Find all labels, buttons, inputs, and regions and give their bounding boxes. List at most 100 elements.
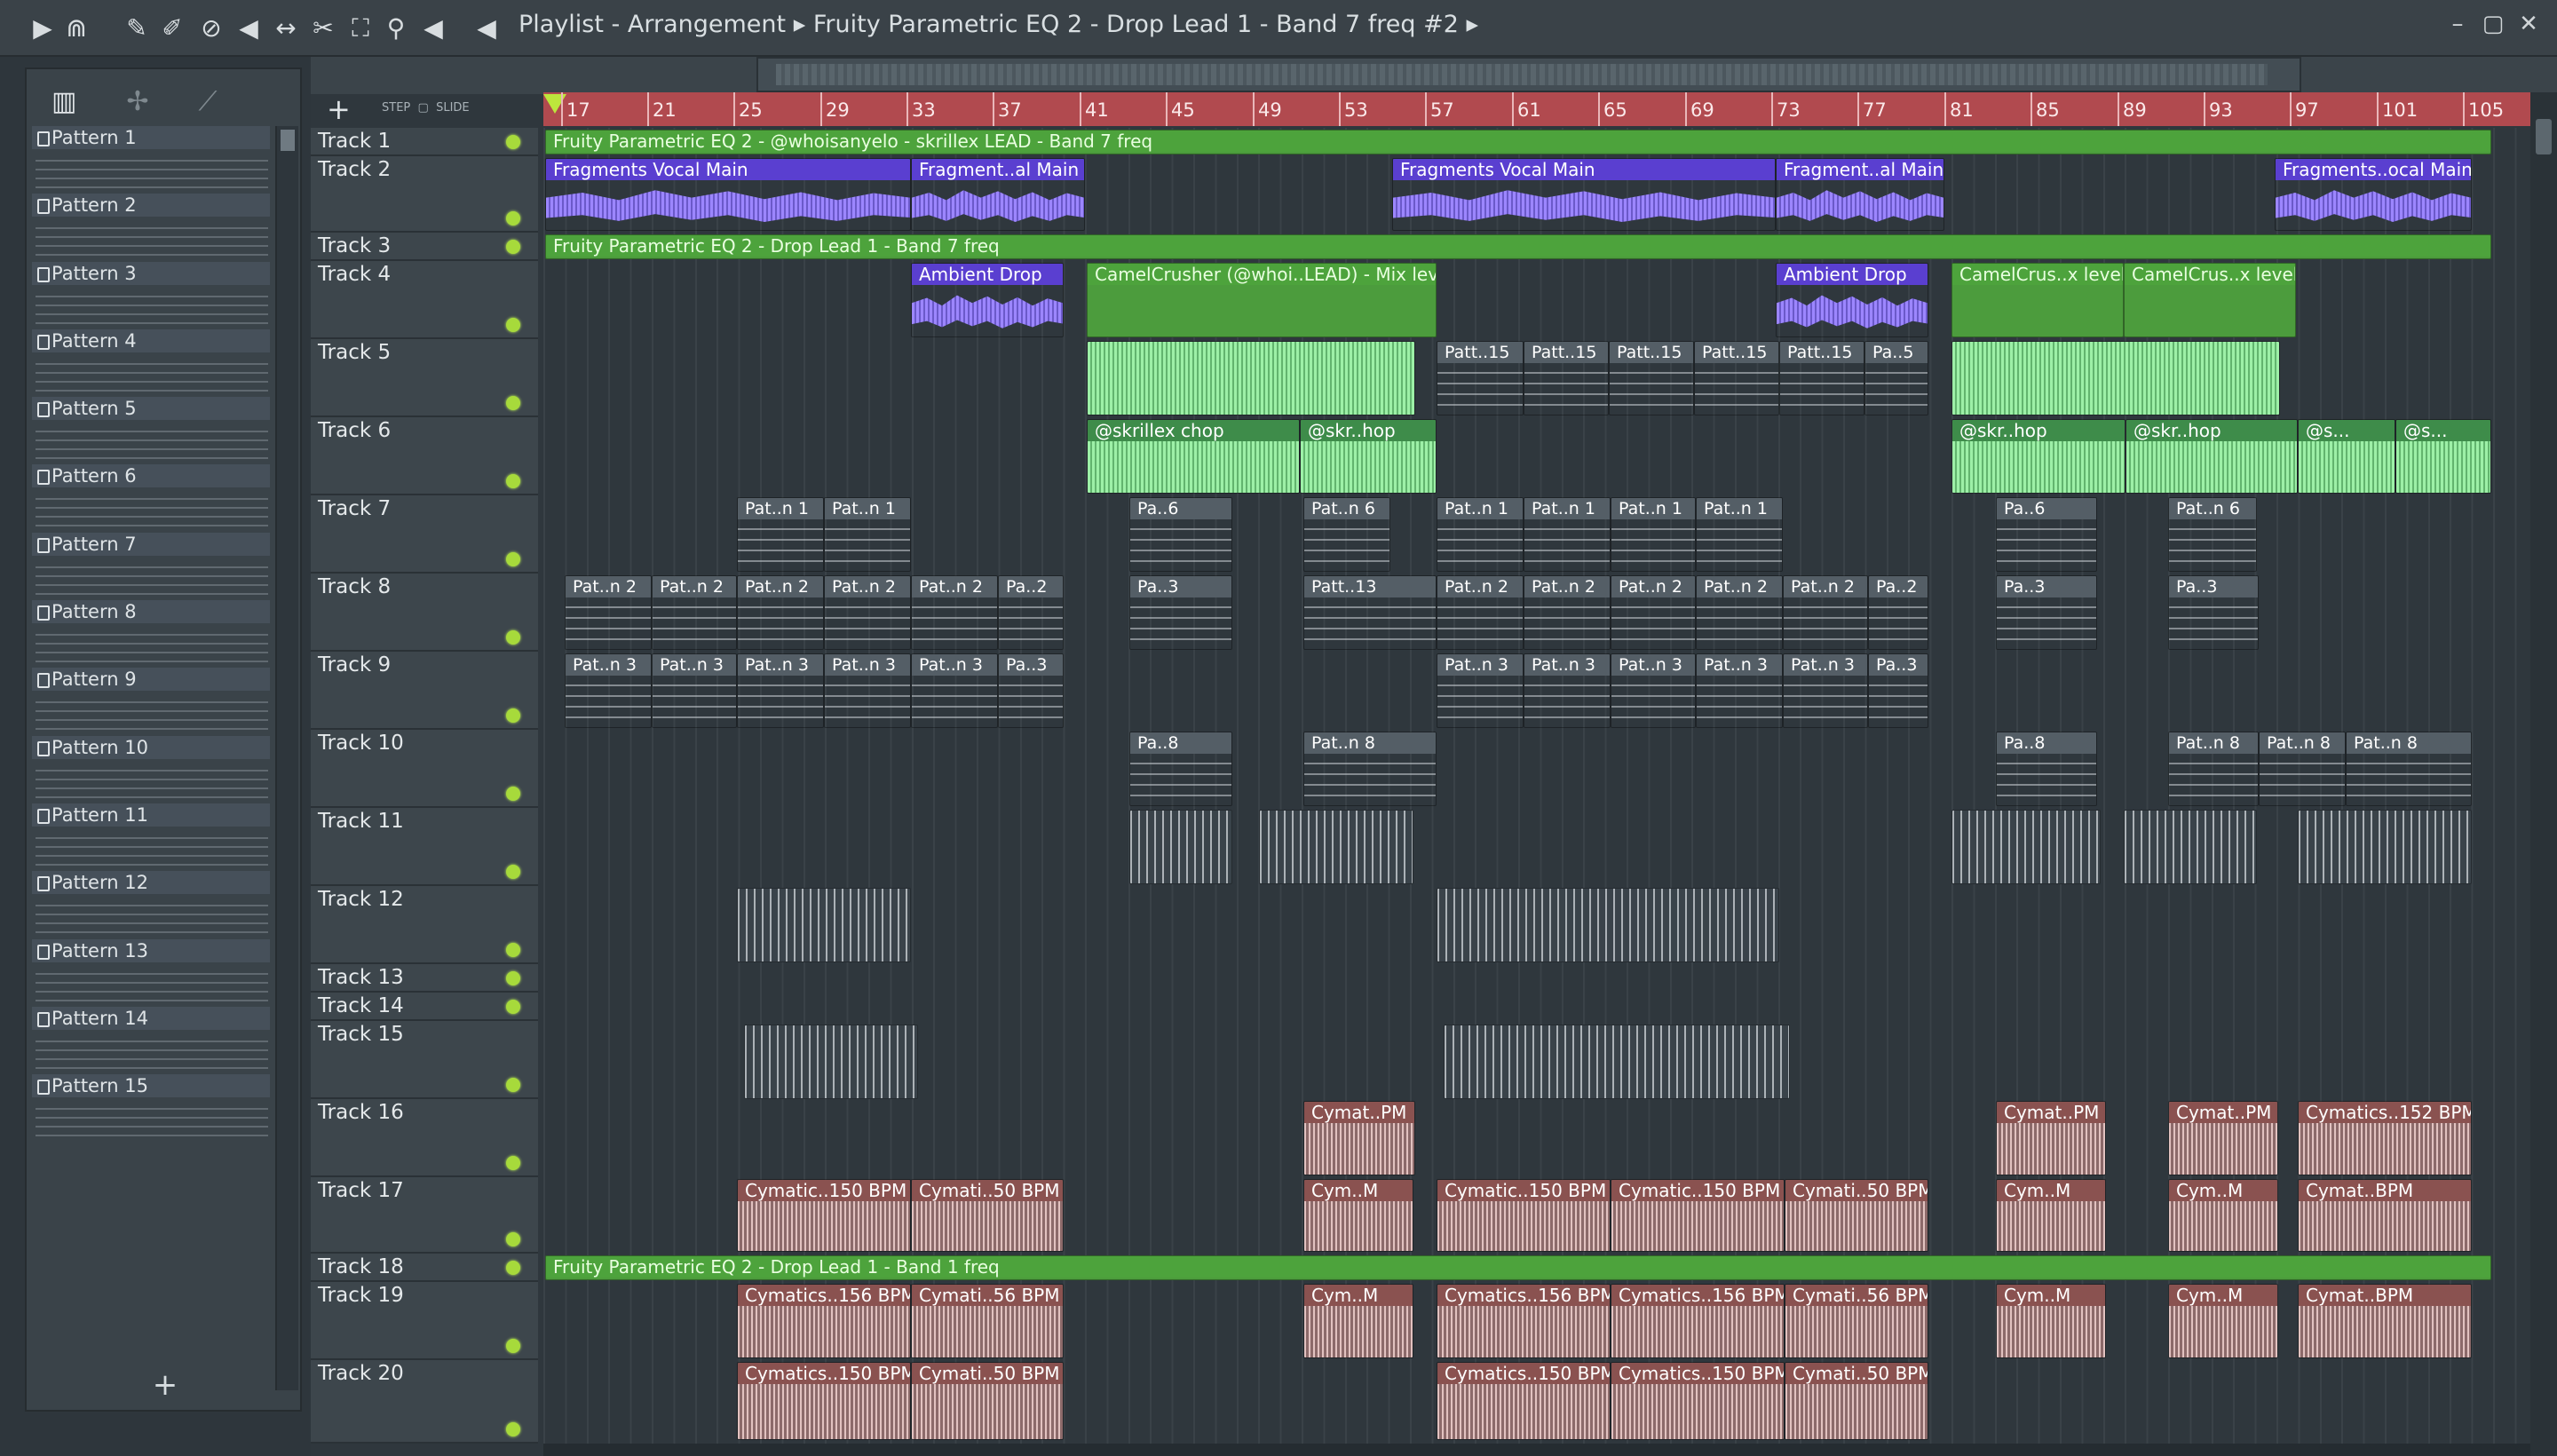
paint-icon[interactable]: ✐ [156, 12, 188, 44]
track-header[interactable]: Track 18 [311, 1254, 538, 1282]
automation-clip[interactable]: CamelCrusher (@whoi..LEAD) - Mix level [1087, 263, 1437, 337]
pattern-clip[interactable]: Pat..n 3 [1783, 653, 1868, 728]
audio-clip-icon[interactable]: ✢ [126, 86, 148, 117]
delete-icon[interactable]: ⊘ [195, 12, 227, 44]
pattern-item[interactable]: Pattern 4 [32, 328, 272, 397]
pattern-clip[interactable] [1444, 1025, 1790, 1099]
breadcrumb[interactable]: Fruity Parametric EQ 2 - Drop Lead 1 - B… [813, 11, 1459, 38]
pattern-clip[interactable]: Pat..n 2 [824, 575, 911, 650]
audio-clip[interactable]: Fragments..ocal Main [2275, 158, 2472, 231]
pattern-clip[interactable] [2124, 810, 2257, 884]
song-overview[interactable] [756, 57, 2301, 92]
pattern-item[interactable]: Pattern 15 [32, 1074, 272, 1142]
pattern-clip[interactable]: Pa..3 [2168, 575, 2259, 650]
audio-clip[interactable]: Cymat..BPM [2298, 1179, 2472, 1252]
track-header[interactable]: Track 10 [311, 730, 538, 808]
track-header[interactable]: Track 16 [311, 1099, 538, 1177]
pattern-clip[interactable]: Pat..n 1 [1696, 497, 1783, 572]
vertical-scroll-knob[interactable] [2536, 119, 2552, 154]
track-header[interactable]: Track 7 [311, 495, 538, 574]
pattern-item[interactable]: Pattern 10 [32, 735, 272, 803]
audio-clip[interactable]: @s... [2395, 419, 2491, 494]
pattern-clip[interactable]: Pat..n 2 [911, 575, 998, 650]
speaker-icon[interactable]: ◀ [471, 12, 503, 44]
track-mute-led[interactable] [506, 971, 520, 985]
audio-clip[interactable]: @skr..hop [1300, 419, 1437, 494]
pattern-item[interactable]: Pattern 3 [32, 261, 272, 329]
pattern-clip[interactable]: Pat..n 2 [1437, 575, 1524, 650]
pattern-clip[interactable]: Pat..n 8 [1303, 732, 1437, 806]
maximize-button[interactable]: ▢ [2475, 11, 2511, 37]
track-mute-led[interactable] [506, 1261, 520, 1275]
audio-clip[interactable]: @skrillex chop [1087, 419, 1300, 494]
pattern-item[interactable]: Pattern 13 [32, 938, 272, 1007]
track-header[interactable]: Track 9 [311, 652, 538, 730]
pattern-item[interactable]: Pattern 1 [32, 126, 272, 194]
audio-clip[interactable]: Cym..M [2168, 1284, 2278, 1358]
track-header[interactable]: Track 17 [311, 1177, 538, 1254]
minimize-button[interactable]: – [2440, 11, 2475, 37]
track-mute-led[interactable] [506, 708, 520, 723]
picker-scroll-knob[interactable] [281, 130, 295, 151]
pattern-clip[interactable]: Pa..8 [1129, 732, 1232, 806]
vertical-scrollbar[interactable] [2530, 92, 2557, 1456]
pattern-clip[interactable]: Patt..15 [1779, 341, 1864, 415]
track-mute-led[interactable] [506, 1422, 520, 1436]
audio-clip[interactable]: Cymat..PM [2168, 1101, 2278, 1175]
pencil-icon[interactable]: ✎ [121, 12, 153, 44]
breadcrumb-arrow-icon[interactable]: ▸ [1467, 11, 1479, 38]
pattern-clip[interactable]: Pat..n 3 [737, 653, 824, 728]
pattern-clip[interactable]: Patt..13 [1303, 575, 1437, 650]
track-header[interactable]: Track 13 [311, 964, 538, 993]
pattern-clip[interactable]: Pat..n 2 [1611, 575, 1696, 650]
pattern-item[interactable]: Pattern 12 [32, 871, 272, 938]
audio-clip[interactable]: Cym..M [2168, 1179, 2278, 1252]
pattern-clip[interactable]: Pat..n 1 [1611, 497, 1696, 572]
audio-clip[interactable]: Cymatics..156 BPM [1437, 1284, 1611, 1358]
pattern-clip[interactable]: Pat..n 3 [652, 653, 737, 728]
pattern-clip[interactable]: Pat..n 2 [1783, 575, 1868, 650]
track-mute-led[interactable] [506, 1232, 520, 1246]
audio-clip[interactable]: Cymat..PM [1303, 1101, 1415, 1175]
pattern-clip[interactable]: Pat..n 8 [2346, 732, 2472, 806]
pattern-item[interactable]: Pattern 8 [32, 600, 272, 668]
slip-icon[interactable]: ↔ [270, 12, 302, 44]
automation-clip[interactable]: Fruity Parametric EQ 2 - Drop Lead 1 - B… [545, 234, 2491, 259]
audio-clip[interactable]: Cym..M [1303, 1179, 1413, 1252]
pattern-clip[interactable]: Patt..15 [1437, 341, 1524, 415]
track-header[interactable]: Track 8 [311, 574, 538, 652]
add-pattern-button[interactable]: + [27, 1367, 304, 1403]
track-header[interactable]: Track 6 [311, 417, 538, 495]
pattern-item[interactable]: Pattern 14 [32, 1006, 272, 1074]
pattern-clip[interactable] [1951, 810, 2101, 884]
audio-clip[interactable]: @skr..hop [2126, 419, 2298, 494]
audio-clip[interactable]: Cymat..BPM [2298, 1284, 2472, 1358]
audio-clip[interactable]: Cymatics..150 BPM [1611, 1362, 1785, 1440]
pattern-clip[interactable]: Pa..3 [1129, 575, 1232, 650]
audio-clip[interactable]: Cymatics..156 BPM [1611, 1284, 1785, 1358]
track-mute-led[interactable] [506, 240, 520, 254]
pattern-clip[interactable]: Pat..n 1 [1437, 497, 1524, 572]
audio-clip[interactable]: Cymatics..150 BPM [1437, 1362, 1611, 1440]
audio-clip[interactable]: Cymatics..152 BPM [2298, 1101, 2472, 1175]
track-header[interactable]: Track 19 [311, 1282, 538, 1360]
track-mute-led[interactable] [506, 1156, 520, 1170]
audio-clip[interactable]: Cymatic..150 BPM [1611, 1179, 1785, 1252]
zoom-icon[interactable]: ⚲ [380, 12, 412, 44]
pattern-clip[interactable] [1129, 810, 1232, 884]
track-header[interactable]: Track 12 [311, 886, 538, 964]
pattern-clip[interactable]: Pat..n 3 [1696, 653, 1783, 728]
audio-clip[interactable]: Cym..M [1996, 1179, 2106, 1252]
pattern-clip[interactable]: Pat..n 1 [824, 497, 911, 572]
audio-clip[interactable]: Cymatic..150 BPM [1437, 1179, 1611, 1252]
audio-clip[interactable]: Cymatic..150 BPM [737, 1179, 911, 1252]
pattern-clip[interactable]: Pat..n 3 [1524, 653, 1611, 728]
pattern-clip[interactable]: Patt..15 [1609, 341, 1694, 415]
track-mute-led[interactable] [506, 787, 520, 801]
automation-clip[interactable]: Fruity Parametric EQ 2 - @whoisanyelo - … [545, 130, 2491, 154]
pattern-clip[interactable]: Pat..n 3 [1437, 653, 1524, 728]
magnet-icon[interactable]: ⋒ [60, 12, 92, 44]
playlist-grid[interactable]: Fruity Parametric EQ 2 - @whoisanyelo - … [543, 128, 2532, 1444]
track-mute-led[interactable] [506, 1339, 520, 1353]
playback-icon[interactable]: ◀ [417, 12, 449, 44]
